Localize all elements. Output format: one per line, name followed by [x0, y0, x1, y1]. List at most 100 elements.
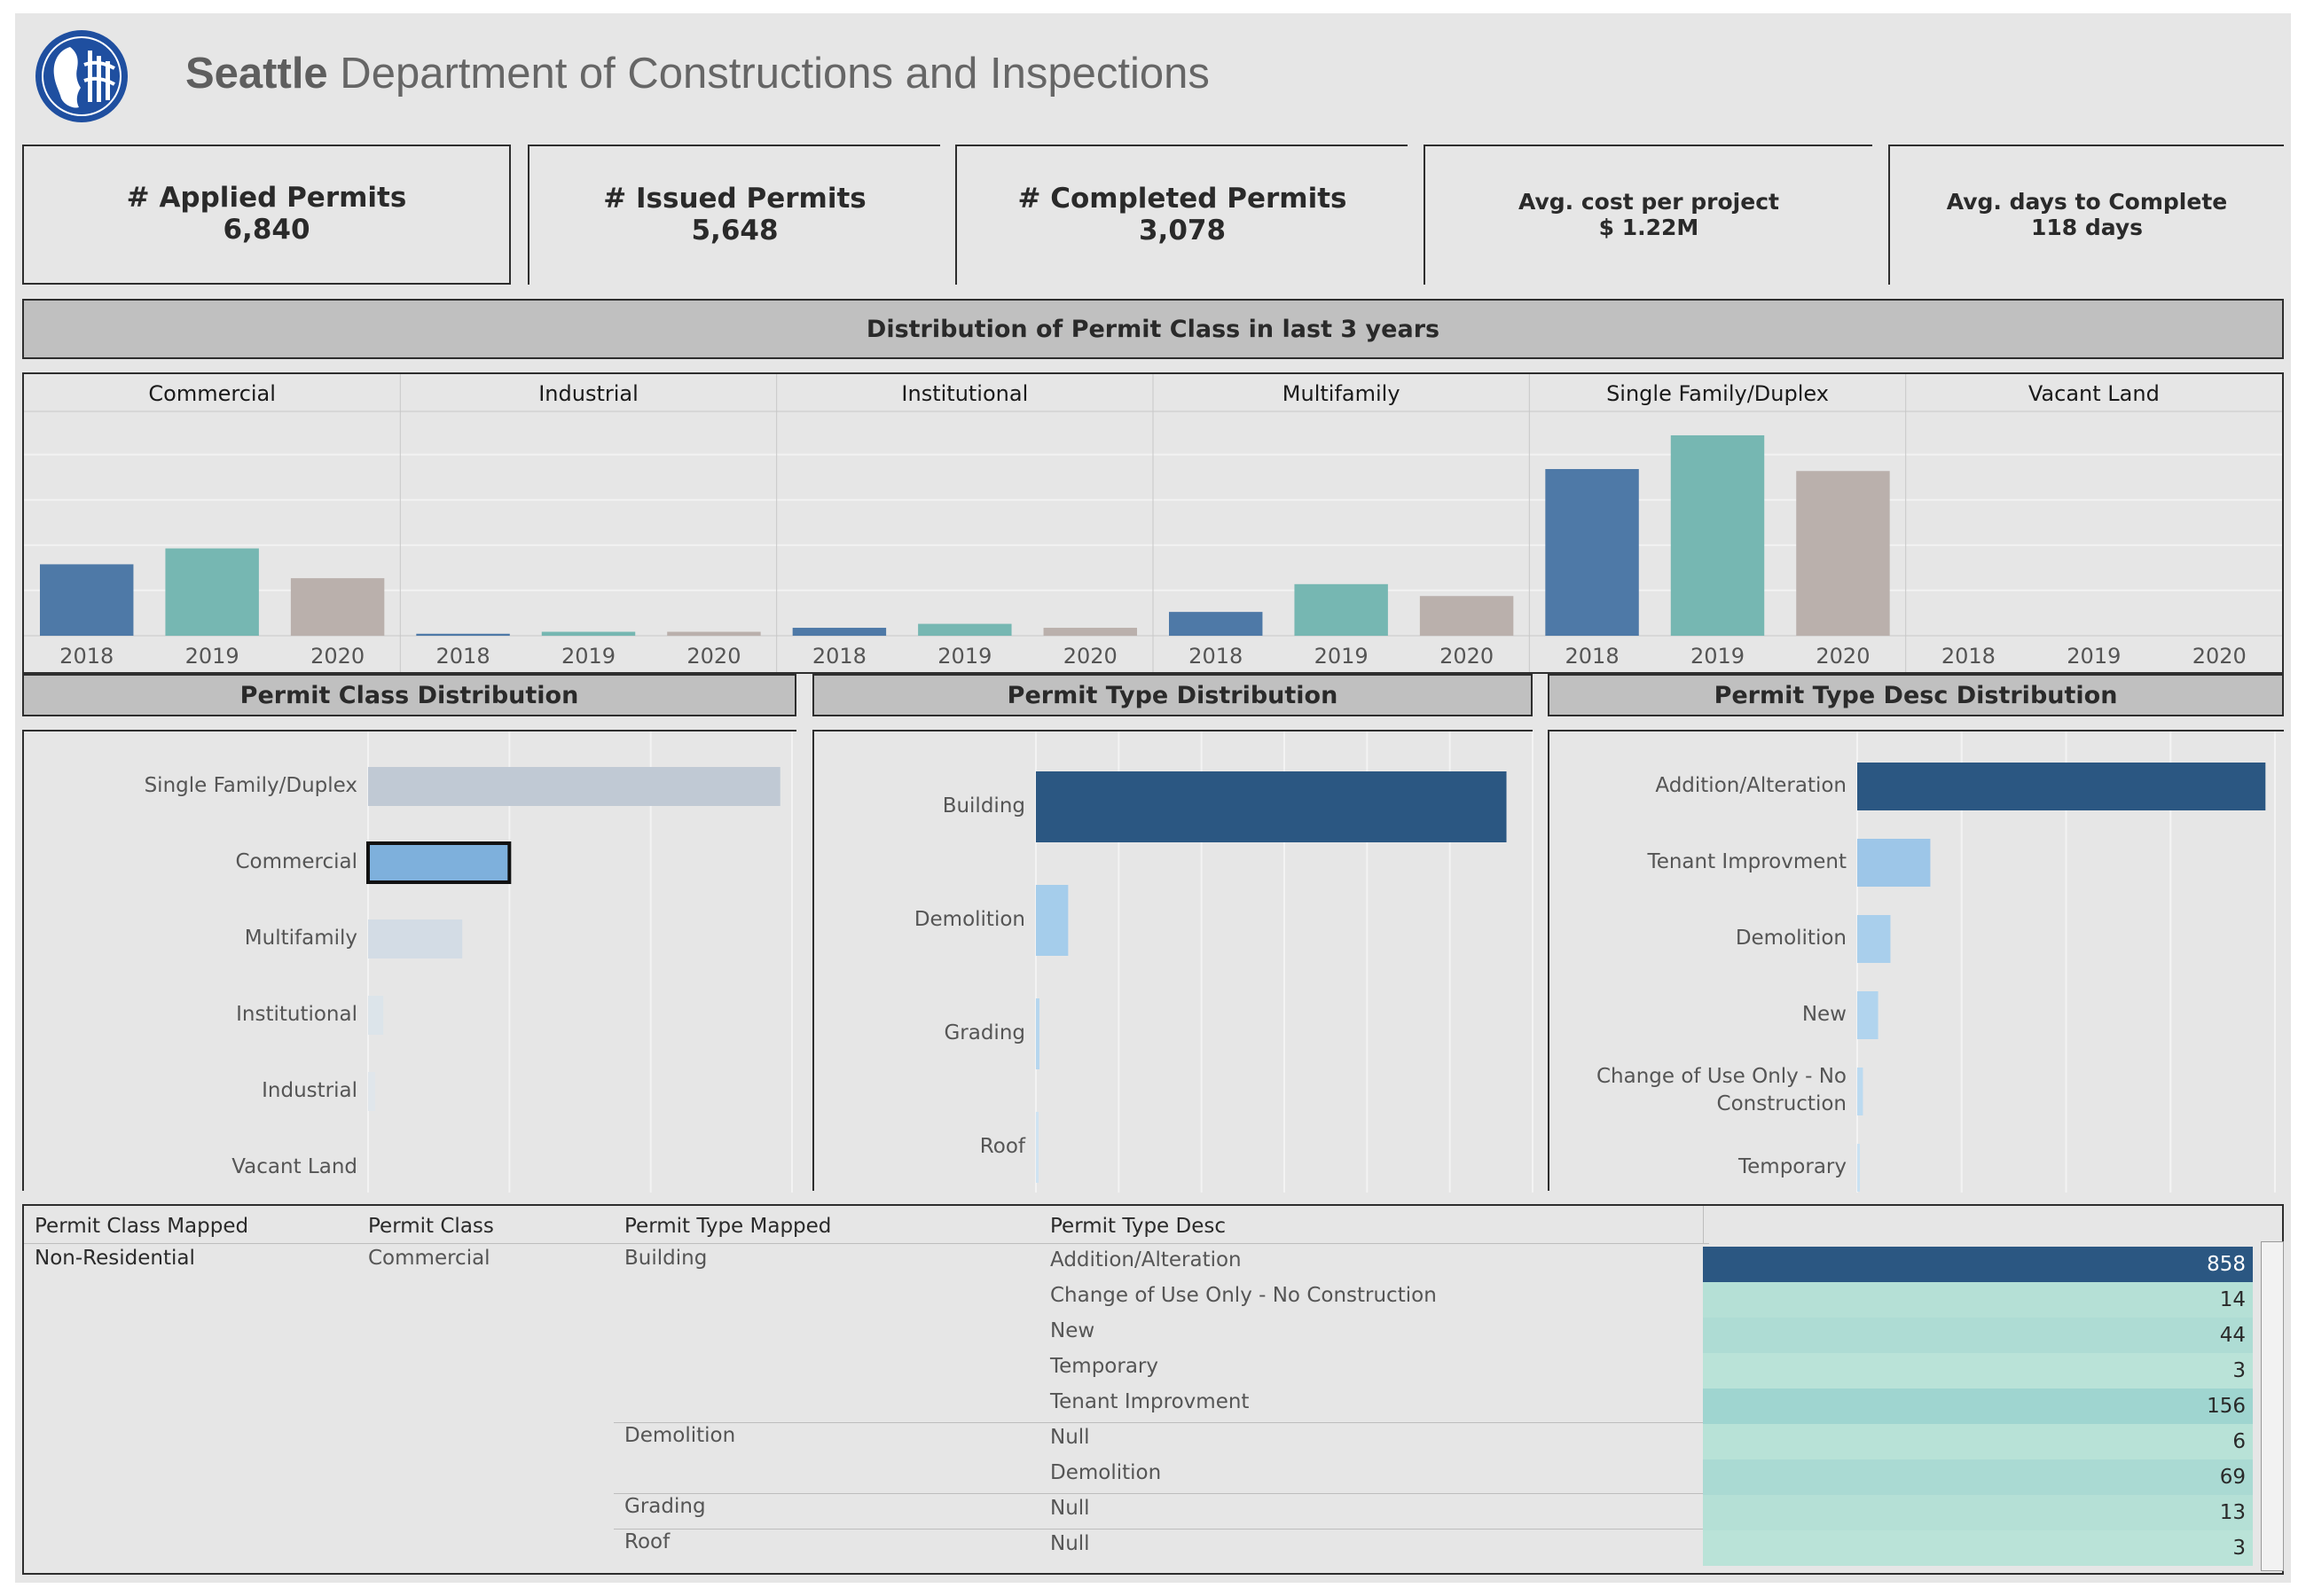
cell-value[interactable]: 3 [1703, 1353, 2253, 1389]
cell-class-mapped: Non-Residential [35, 1247, 195, 1270]
cell-value[interactable]: 14 [1703, 1282, 2253, 1318]
permit-desc-panel: Addition/Alteration Tenant Improvment Demo… [1548, 730, 2284, 1193]
cell-value[interactable]: 3 [1703, 1530, 2253, 1566]
cell-value[interactable]: 156 [1703, 1389, 2253, 1424]
kpi-applied-permits: # Applied Permits 6,840 [22, 145, 511, 285]
cell-value[interactable]: 44 [1703, 1318, 2253, 1353]
col-header-class[interactable]: Permit Class [368, 1215, 494, 1238]
kpi-label: Avg. days to Complete [1946, 189, 2228, 215]
cell-type-mapped: Building [624, 1247, 708, 1270]
bar-commercial-2020[interactable] [290, 578, 385, 636]
year-tick-label: 2020 [2192, 644, 2247, 669]
year-tick-label: 2018 [436, 644, 490, 669]
bar-commercial[interactable] [366, 841, 512, 884]
bar-industrial-2020[interactable] [667, 631, 761, 636]
bar-single-family-duplex[interactable] [368, 767, 780, 806]
bar-single-family-duplex-2019[interactable] [1670, 434, 1765, 636]
cell-type-desc: Change of Use Only - No Construction [1050, 1284, 1437, 1307]
year-tick-label: 2019 [1690, 644, 1745, 669]
kpi-label: # Completed Permits [1017, 183, 1347, 215]
header-divider [24, 1243, 1709, 1244]
bar-institutional-2018[interactable] [792, 628, 887, 636]
bar-new[interactable] [1857, 991, 1879, 1039]
bar-single-family-duplex-2018[interactable] [1545, 469, 1639, 636]
year-tick-label: 2018 [1565, 644, 1620, 669]
cell-type-desc: Null [1050, 1532, 1090, 1555]
cell-value[interactable]: 13 [1703, 1495, 2253, 1530]
year-tick-label: 2019 [2067, 644, 2121, 669]
cell-value[interactable]: 69 [1703, 1459, 2253, 1495]
bar-institutional-2019[interactable] [918, 623, 1012, 636]
bar-single-family-duplex-2020[interactable] [1796, 471, 1890, 636]
kpi-label: Avg. cost per project [1518, 189, 1779, 215]
category-header: Single Family/Duplex [1606, 381, 1829, 406]
bar-temporary[interactable] [1857, 1144, 1860, 1192]
group-divider [614, 1422, 1703, 1423]
bar-industrial[interactable] [368, 1072, 375, 1111]
year-tick-label: 2018 [1188, 644, 1243, 669]
bar-building[interactable] [1036, 771, 1507, 842]
cell-type-desc: Tenant Improvment [1050, 1390, 1250, 1413]
title-rest: Department of Constructions and Inspecti… [327, 50, 1210, 98]
year-tick-label: 2018 [1941, 644, 1996, 669]
bar-tenant-improvment[interactable] [1857, 839, 1931, 887]
category-header: Industrial [538, 381, 639, 406]
dashboard: Seattle Department of Constructions and … [15, 13, 2291, 1583]
page-title: Seattle Department of Constructions and … [185, 49, 1210, 98]
type-dist-title: Permit Type Distribution [812, 674, 1533, 716]
cell-value[interactable]: 858 [1703, 1247, 2253, 1282]
bar-industrial-2019[interactable] [541, 631, 636, 636]
bar-institutional-2020[interactable] [1043, 628, 1137, 636]
kpi-value: 6,840 [223, 214, 310, 246]
bar-change-of-use-only-no-construction[interactable] [1857, 1068, 1863, 1115]
bar-commercial-2019[interactable] [165, 548, 259, 636]
kpi-avg-days: Avg. days to Complete 118 days [1888, 145, 2284, 285]
seattle-seal-icon [35, 29, 129, 123]
table-scrollbar[interactable] [2261, 1241, 2284, 1571]
bar-multifamily-2018[interactable] [1169, 612, 1263, 636]
year-tick-label: 2020 [1063, 644, 1118, 669]
cell-type-desc: Null [1050, 1426, 1090, 1449]
year-tick-label: 2019 [1314, 644, 1369, 669]
year-tick-label: 2020 [1439, 644, 1494, 669]
bar-roof[interactable] [1036, 1112, 1039, 1183]
bar-grading[interactable] [1036, 998, 1039, 1069]
permit-type-panel: Building Demolition Grading Roof [812, 730, 1533, 1193]
cell-type-desc: Temporary [1050, 1355, 1158, 1378]
col-header-type-desc[interactable]: Permit Type Desc [1050, 1215, 1226, 1238]
year-tick-label: 2019 [561, 644, 616, 669]
year-tick-label: 2019 [185, 644, 239, 669]
cell-type-mapped: Roof [624, 1530, 671, 1553]
cell-type-desc: Null [1050, 1497, 1090, 1520]
kpi-completed-permits: # Completed Permits 3,078 [955, 145, 1408, 285]
year-tick-label: 2018 [812, 644, 867, 669]
bar-addition-alteration[interactable] [1857, 763, 2266, 810]
year-tick-label: 2018 [59, 644, 114, 669]
distribution-section-title: Distribution of Permit Class in last 3 y… [22, 299, 2284, 359]
kpi-value: 3,078 [1138, 215, 1227, 246]
year-tick-label: 2020 [310, 644, 365, 669]
desc-dist-title: Permit Type Desc Distribution [1548, 674, 2284, 716]
permit-class-panel: Single Family/Duplex Commercial Multifamil… [22, 730, 796, 1193]
year-tick-label: 2019 [937, 644, 992, 669]
category-header: Commercial [148, 381, 276, 406]
kpi-issued-permits: # Issued Permits 5,648 [528, 145, 940, 285]
year-tick-label: 2020 [686, 644, 741, 669]
bar-demolition[interactable] [1036, 885, 1069, 956]
bar-commercial-2018[interactable] [40, 564, 134, 636]
col-header-class-mapped[interactable]: Permit Class Mapped [35, 1215, 248, 1238]
bar-institutional[interactable] [368, 996, 384, 1035]
bar-demolition[interactable] [1857, 915, 1891, 963]
cell-type-mapped: Demolition [624, 1424, 736, 1447]
cell-type-desc: Addition/Alteration [1050, 1248, 1242, 1271]
bar-multifamily-2019[interactable] [1294, 583, 1388, 636]
bar-multifamily-2020[interactable] [1419, 596, 1514, 636]
bar-industrial-2018[interactable] [416, 633, 510, 636]
bar-multifamily[interactable] [368, 919, 463, 958]
cell-value[interactable]: 6 [1703, 1424, 2253, 1459]
kpi-value: 118 days [2030, 215, 2144, 240]
col-header-type-mapped[interactable]: Permit Type Mapped [624, 1215, 831, 1238]
kpi-label: # Issued Permits [603, 183, 867, 215]
group-divider [614, 1493, 1703, 1494]
kpi-value: 5,648 [691, 215, 779, 246]
